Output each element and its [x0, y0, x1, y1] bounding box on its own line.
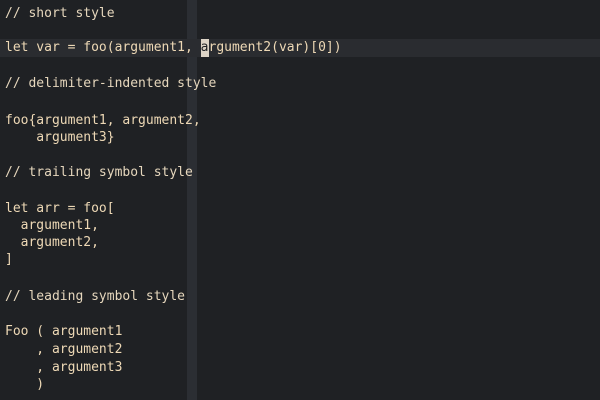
code-line: , argument3: [5, 360, 123, 375]
code-editor[interactable]: // short style let var = foo(argument1, …: [0, 0, 600, 400]
code-line-with-cursor[interactable]: let var = foo(argument1, argument2(var)[…: [5, 39, 342, 57]
code-line: argument1,: [5, 218, 99, 233]
code-line: argument3}: [5, 130, 115, 145]
code-area[interactable]: // short style let var = foo(argument1, …: [0, 0, 600, 400]
code-line: Foo ( argument1: [5, 324, 123, 339]
code-line: foo{argument1, argument2,: [5, 113, 201, 128]
code-line: // leading symbol style: [5, 289, 186, 304]
code-text-before-cursor: let var = foo(argument1,: [5, 40, 201, 55]
code-line: ]: [5, 252, 13, 267]
code-line: let arr = foo[: [5, 201, 115, 216]
text-cursor[interactable]: a: [200, 39, 209, 57]
code-line: // trailing symbol style: [5, 165, 193, 180]
code-line: // short style: [5, 6, 115, 21]
code-line: // delimiter-indented style: [5, 76, 217, 91]
code-text-after-cursor: rgument2(var)[0]): [208, 40, 342, 55]
code-line: ): [5, 377, 45, 392]
code-line: argument2,: [5, 235, 99, 250]
code-line: , argument2: [5, 342, 123, 357]
